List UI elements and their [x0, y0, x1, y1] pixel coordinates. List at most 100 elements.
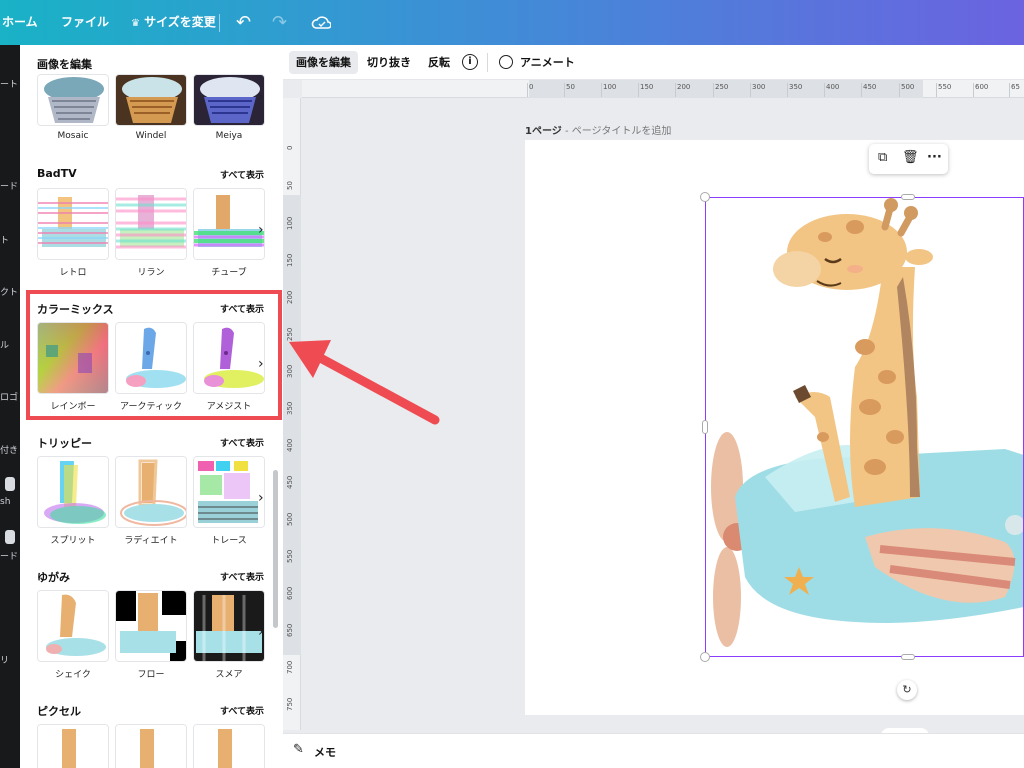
ruler-label: 650: [286, 623, 294, 637]
section-title: トリッピー: [37, 437, 92, 450]
notes-icon[interactable]: ✎: [293, 742, 304, 757]
page-number: 1ページ: [525, 126, 562, 137]
effect-label: ラディエイト: [124, 536, 178, 546]
toolbar-divider: [487, 53, 488, 72]
crown-icon: ♛: [131, 18, 140, 29]
animate-icon[interactable]: [499, 55, 513, 69]
ruler-label: 450: [286, 475, 294, 489]
effect-label: Windel: [135, 131, 167, 141]
effect-thumbnail[interactable]: [37, 456, 109, 528]
page-title-placeholder[interactable]: - ページタイトルを追加: [562, 126, 671, 137]
trash-icon[interactable]: 🗑: [902, 150, 919, 165]
effect-thumbnail[interactable]: [193, 724, 265, 768]
rail-item[interactable]: ード: [0, 549, 20, 562]
info-icon[interactable]: i: [462, 54, 478, 70]
ruler-label: 300: [749, 83, 766, 97]
ruler-label: 600: [972, 83, 989, 97]
section-title: BadTV: [37, 167, 77, 180]
show-all-link[interactable]: すべて表示: [220, 168, 264, 181]
section-title: ピクセル: [37, 705, 81, 718]
scroll-right-icon[interactable]: ›: [258, 490, 264, 506]
annotation-arrow: [289, 340, 440, 425]
rail-item[interactable]: ル: [0, 338, 20, 351]
ruler-label: 550: [286, 549, 294, 563]
crop-button[interactable]: 切り抜き: [367, 51, 411, 74]
scroll-right-icon[interactable]: ›: [258, 222, 264, 238]
effect-label: リラン: [137, 268, 165, 278]
resize-handle[interactable]: [901, 194, 915, 200]
rail-item[interactable]: ロゴ: [0, 390, 20, 403]
effect-thumbnail[interactable]: [37, 188, 109, 260]
rail-item[interactable]: リ: [0, 653, 20, 666]
effect-thumbnail[interactable]: [193, 188, 265, 260]
resize-menu[interactable]: ♛ サイズを変更: [131, 0, 216, 45]
more-icon[interactable]: ···: [927, 150, 942, 165]
effect-label: シェイク: [55, 670, 91, 680]
resize-handle[interactable]: [700, 192, 710, 202]
ruler-label: 150: [286, 253, 294, 267]
ruler-label: 0: [526, 83, 534, 97]
rail-item[interactable]: ード: [0, 179, 20, 192]
panel-scrollbar[interactable]: [273, 470, 278, 628]
ruler-label: 100: [286, 216, 294, 230]
rotate-icon[interactable]: ↻: [897, 680, 917, 700]
flip-button[interactable]: 反転: [428, 51, 450, 74]
ruler-label: 400: [823, 83, 840, 97]
effect-label: スプリット: [50, 536, 96, 546]
ruler-label: 700: [286, 660, 294, 674]
notes-bar: ✎ メモ: [283, 733, 1024, 768]
file-menu[interactable]: ファイル: [61, 0, 109, 45]
effect-label: スメア: [215, 670, 243, 680]
resize-handle[interactable]: [901, 654, 915, 660]
redo-icon[interactable]: ↷: [272, 0, 287, 45]
effect-thumbnail[interactable]: [115, 74, 187, 126]
left-rail: ート ード ト クト ル ロゴ 付き sh ード リ: [0, 45, 20, 768]
ruler-label: 50: [286, 181, 294, 190]
rail-item[interactable]: 付き: [0, 443, 20, 456]
resize-handle[interactable]: [702, 420, 708, 434]
rail-app-icon[interactable]: [5, 530, 15, 544]
notes-button[interactable]: メモ: [314, 744, 336, 760]
ruler-label: 500: [898, 83, 915, 97]
effect-thumbnail[interactable]: [37, 590, 109, 662]
effect-thumbnail[interactable]: [193, 590, 265, 662]
ruler-label: 50: [564, 83, 575, 97]
show-all-link[interactable]: すべて表示: [220, 704, 264, 717]
rail-item[interactable]: ト: [0, 233, 20, 246]
effect-thumbnail[interactable]: [115, 456, 187, 528]
rail-app-icon[interactable]: [5, 477, 15, 491]
effect-thumbnail[interactable]: [115, 724, 187, 768]
section-title: ゆがみ: [37, 571, 70, 584]
home-menu[interactable]: ホーム: [2, 0, 38, 45]
duplicate-icon[interactable]: ⧉: [878, 150, 887, 165]
ruler-label: 250: [712, 83, 729, 97]
effect-label: トレース: [211, 536, 247, 546]
ruler-label: 0: [286, 145, 294, 150]
page-title[interactable]: 1ページ - ページタイトルを追加: [525, 122, 671, 137]
context-toolbar: 画像を編集 切り抜き 反転 i アニメート: [283, 45, 1024, 80]
effect-label: Meiya: [215, 131, 243, 141]
rail-item[interactable]: クト: [0, 285, 20, 298]
show-all-link[interactable]: すべて表示: [220, 570, 264, 583]
effect-thumbnail[interactable]: [37, 724, 109, 768]
highlight-box: [26, 290, 282, 420]
undo-icon[interactable]: ↶: [236, 0, 251, 45]
ruler-label: 550: [935, 83, 952, 97]
effect-thumbnail[interactable]: [193, 74, 265, 126]
cloud-saved-icon[interactable]: [311, 0, 331, 45]
edit-image-button[interactable]: 画像を編集: [289, 51, 358, 74]
show-all-link[interactable]: すべて表示: [220, 436, 264, 449]
animate-button[interactable]: アニメート: [520, 51, 575, 74]
effect-thumbnail[interactable]: [37, 74, 109, 126]
effect-thumbnail[interactable]: [115, 590, 187, 662]
effect-thumbnail[interactable]: [193, 456, 265, 528]
rail-item[interactable]: ート: [0, 77, 20, 90]
scroll-right-icon[interactable]: ›: [258, 89, 264, 105]
rail-item[interactable]: sh: [0, 497, 20, 507]
ruler-label: 500: [286, 512, 294, 526]
resize-handle[interactable]: [700, 652, 710, 662]
ruler-label: 200: [674, 83, 691, 97]
effect-label: フロー: [137, 670, 165, 680]
scroll-right-icon[interactable]: ›: [258, 624, 264, 640]
effect-thumbnail[interactable]: [115, 188, 187, 260]
